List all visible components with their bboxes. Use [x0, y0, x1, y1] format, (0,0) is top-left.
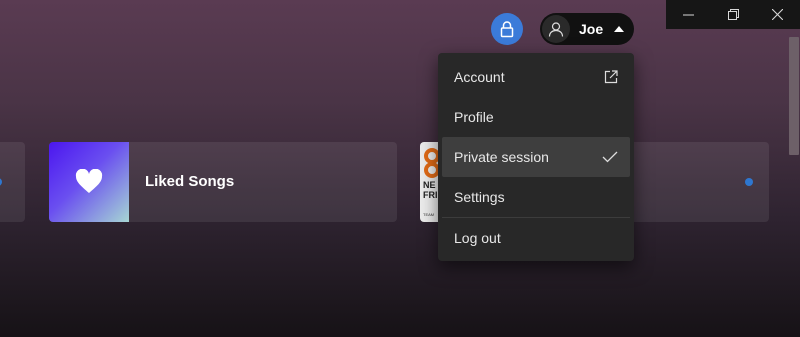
check-icon [602, 151, 618, 163]
external-link-icon [604, 70, 618, 84]
art-small-text: TEAM [423, 212, 435, 217]
card-title: Liked Songs [145, 173, 235, 190]
menu-item-settings[interactable]: Settings [442, 177, 630, 217]
menu-item-account[interactable]: Account [442, 57, 630, 97]
user-icon [548, 22, 564, 37]
avatar [542, 15, 570, 43]
menu-item-label: Settings [454, 189, 505, 205]
lock-icon [500, 21, 514, 38]
user-dropdown-menu: Account Profile Private session Settings… [438, 53, 634, 261]
playing-indicator-dot [0, 178, 2, 186]
menu-item-label: Account [454, 69, 505, 85]
scrollbar[interactable] [788, 29, 800, 159]
window-controls [666, 0, 800, 29]
playing-indicator-dot [745, 178, 753, 186]
shortcut-card-partial[interactable] [0, 142, 25, 222]
close-icon [772, 9, 784, 20]
restore-button[interactable] [711, 0, 756, 29]
menu-item-private-session[interactable]: Private session [442, 137, 630, 177]
liked-songs-card[interactable]: Liked Songs [49, 142, 397, 222]
minimize-button[interactable] [666, 0, 711, 29]
minimize-icon [682, 14, 694, 16]
user-name: Joe [579, 21, 604, 37]
menu-item-label: Log out [454, 230, 501, 246]
art-text: NE [423, 180, 436, 190]
caret-up-icon [614, 26, 625, 32]
close-button[interactable] [755, 0, 800, 29]
menu-item-profile[interactable]: Profile [442, 97, 630, 137]
restore-icon [727, 9, 739, 20]
liked-songs-art [49, 142, 129, 222]
menu-item-log-out[interactable]: Log out [442, 218, 630, 258]
menu-item-label: Private session [454, 149, 549, 165]
user-menu-button[interactable]: Joe [540, 13, 634, 45]
menu-item-label: Profile [454, 109, 494, 125]
art-text: FRI [423, 190, 438, 200]
private-session-lock-button[interactable] [491, 13, 523, 45]
scrollbar-thumb[interactable] [789, 37, 799, 155]
heart-icon [75, 169, 103, 193]
